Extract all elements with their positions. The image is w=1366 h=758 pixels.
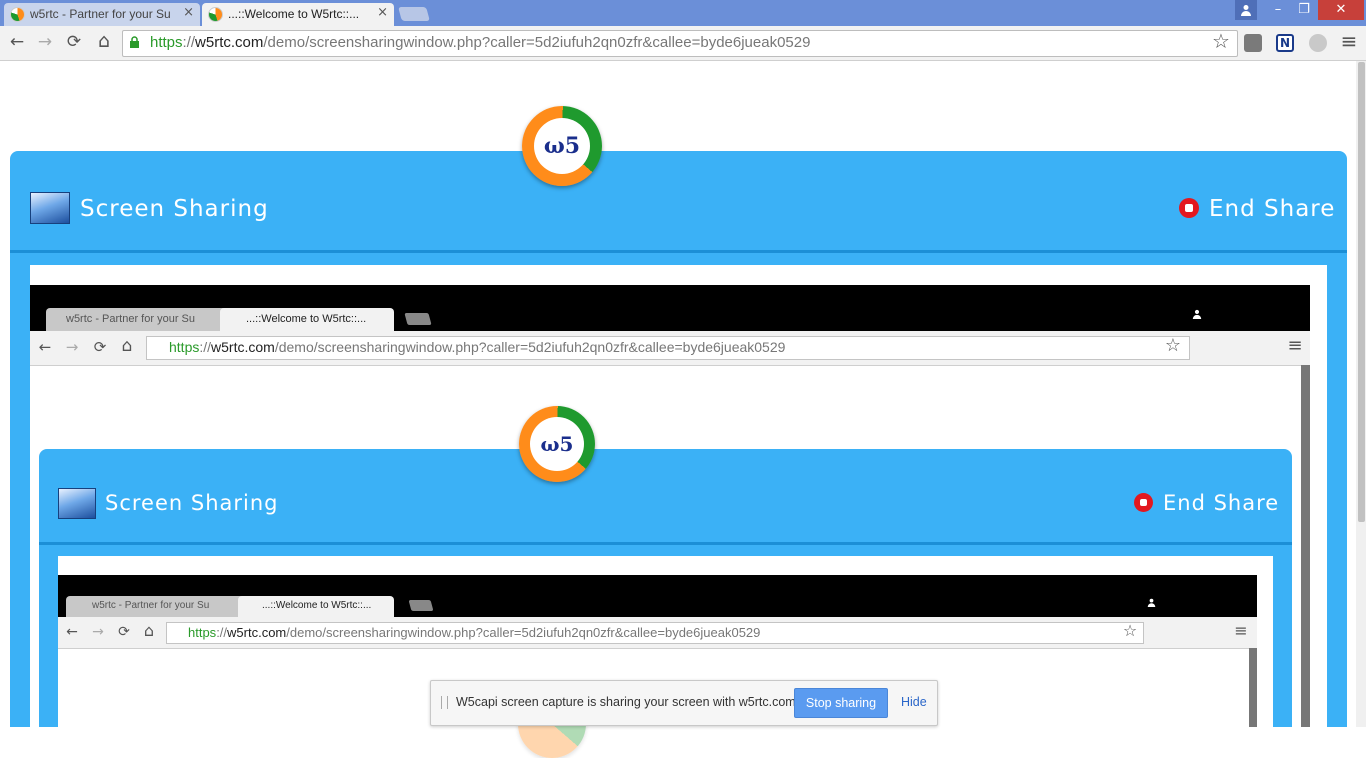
- tab-w5rtc-partner[interactable]: w5rtc - Partner for your Su ×: [4, 3, 200, 26]
- forward-icon[interactable]: →: [34, 32, 56, 52]
- extension-w5-icon[interactable]: [1309, 34, 1327, 52]
- end-share-button[interactable]: End Share: [1209, 196, 1335, 222]
- reload-icon[interactable]: ⟳: [63, 32, 85, 52]
- shared-home-icon-2: ⌂: [143, 621, 155, 640]
- shared-logo-text: ω5: [530, 417, 584, 471]
- shared-address-bar: https://w5rtc.com/demo/screensharingwind…: [146, 336, 1190, 360]
- scrollbar-thumb[interactable]: [1358, 62, 1365, 522]
- shared-screen-sharing-icon: [58, 488, 96, 519]
- close-window-button[interactable]: ✕: [1318, 0, 1364, 20]
- url-host: w5rtc.com: [195, 34, 264, 51]
- shared-home-icon: ⌂: [121, 336, 133, 356]
- shared-back-icon: ←: [38, 338, 52, 356]
- url-scheme: https: [150, 34, 183, 51]
- screen-share-notification: W5capi screen capture is sharing your sc…: [430, 680, 938, 726]
- shared-forward-icon-2: →: [92, 624, 104, 640]
- screen-sharing-icon: [30, 192, 70, 224]
- end-share-icon[interactable]: [1179, 198, 1199, 218]
- home-icon[interactable]: ⌂: [93, 31, 115, 51]
- browser-toolbar: ← → ⟳ ⌂ https://w5rtc.com/demo/screensha…: [0, 26, 1366, 61]
- w5rtc-favicon-icon: [10, 7, 25, 22]
- shared-new-tab-2: [408, 600, 434, 611]
- bookmark-star-icon[interactable]: ☆: [1210, 31, 1232, 51]
- shared-forward-icon: →: [65, 338, 79, 356]
- shared-tab-welcome-w5rtc: ...::Welcome to W5rtc::...: [220, 308, 394, 331]
- stop-sharing-button[interactable]: Stop sharing: [794, 688, 888, 718]
- shared-tab-label: w5rtc - Partner for your Su: [66, 313, 195, 325]
- shared-scrollbar: [1301, 365, 1310, 727]
- hide-link[interactable]: Hide: [901, 695, 927, 709]
- new-tab-button[interactable]: [398, 7, 430, 21]
- tab-welcome-w5rtc[interactable]: ...::Welcome to W5rtc::... ×: [202, 3, 394, 26]
- shared-url-text: https://w5rtc.com/demo/screensharingwind…: [169, 339, 786, 355]
- tab-close-icon[interactable]: ×: [183, 3, 194, 23]
- logo-text: ω5: [534, 118, 590, 174]
- shared-url-text-2: https://w5rtc.com/demo/screensharingwind…: [188, 625, 761, 640]
- shared-tab-label: ...::Welcome to W5rtc::...: [246, 313, 367, 325]
- shared-back-icon-2: ←: [66, 624, 78, 640]
- minimize-button[interactable]: –: [1266, 0, 1290, 20]
- shared-scrollbar-2: [1249, 648, 1257, 727]
- w5rtc-favicon-icon: [208, 7, 223, 22]
- shared-browser-toolbar: ← → ⟳ ⌂ https://w5rtc.com/demo/screensha…: [30, 331, 1310, 366]
- shared-panel-divider: [39, 542, 1292, 545]
- shared-reload-icon: ⟳: [93, 338, 107, 356]
- shared-menu-icon: ≡: [1287, 335, 1303, 356]
- tab-label: w5rtc - Partner for your Su: [30, 7, 171, 21]
- browser-titlebar: w5rtc - Partner for your Su × ...::Welco…: [0, 0, 1366, 26]
- shared-address-bar-2: https://w5rtc.com/demo/screensharingwind…: [166, 622, 1144, 644]
- notification-message: W5capi screen capture is sharing your sc…: [456, 695, 800, 709]
- shared-new-tab: [404, 313, 432, 325]
- extension-n-icon[interactable]: N: [1276, 34, 1294, 52]
- shared-tab-welcome-w5rtc-2: ...::Welcome to W5rtc::...: [238, 596, 394, 617]
- shared-end-share-label: End Share: [1163, 491, 1280, 515]
- shared-w5rtc-logo: ω5: [519, 406, 595, 482]
- tab-label: ...::Welcome to W5rtc::...: [228, 7, 360, 21]
- extension-shield-icon[interactable]: [1244, 34, 1262, 52]
- url-text: https://w5rtc.com/demo/screensharingwind…: [150, 34, 810, 51]
- screen-sharing-title: Screen Sharing: [80, 196, 269, 222]
- chrome-menu-icon[interactable]: ≡: [1338, 31, 1360, 51]
- drag-handle-icon[interactable]: [441, 696, 448, 709]
- address-bar[interactable]: https://w5rtc.com/demo/screensharingwind…: [122, 30, 1238, 57]
- profile-icon[interactable]: [1235, 0, 1257, 20]
- shared-screen-sharing-title: Screen Sharing: [105, 491, 279, 515]
- panel-divider: [10, 250, 1347, 253]
- shared-star-icon-2: ☆: [1122, 621, 1138, 640]
- w5rtc-logo: ω5: [522, 106, 602, 186]
- shared-tab-w5rtc-partner-2: w5rtc - Partner for your Su: [66, 596, 250, 617]
- restore-button[interactable]: ❐: [1292, 0, 1316, 20]
- shared-browser-toolbar-2: ← → ⟳ ⌂ https://w5rtc.com/demo/screensha…: [58, 617, 1257, 649]
- url-separator: ://: [182, 34, 196, 51]
- shared-browser-titlebar-2: w5rtc - Partner for your Su ...::Welcome…: [58, 575, 1257, 617]
- url-path: /demo/screensharingwindow.php?caller=5d2…: [263, 34, 811, 51]
- shared-tab-w5rtc-partner: w5rtc - Partner for your Su: [46, 308, 238, 331]
- shared-star-icon: ☆: [1164, 335, 1182, 356]
- shared-end-share-icon: [1134, 493, 1153, 512]
- shared-profile-icon: [1192, 309, 1202, 319]
- shared-browser-titlebar: w5rtc - Partner for your Su ...::Welcome…: [30, 285, 1310, 331]
- lock-icon: [130, 36, 139, 48]
- shared-menu-icon-2: ≡: [1234, 621, 1248, 640]
- shared-profile-icon-2: [1147, 598, 1156, 607]
- tab-close-icon[interactable]: ×: [377, 3, 388, 23]
- back-icon[interactable]: ←: [6, 32, 28, 52]
- shared-reload-icon-2: ⟳: [118, 624, 130, 640]
